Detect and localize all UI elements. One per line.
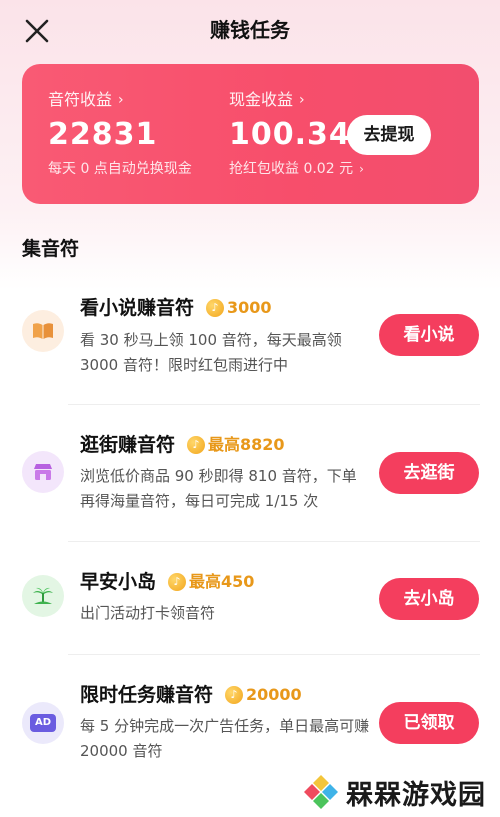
task-reward: 最高450 [189,572,255,591]
chevron-right-icon: › [118,92,124,108]
page-title: 赚钱任务 [210,18,290,42]
task-title: 逛街赚音符 ♪ 最高8820 [80,432,285,458]
book-icon [22,310,64,352]
watermark: 槑槑游戏园 [302,770,498,814]
earn-tasks-page: 赚钱任务 音符收益 › 22831 每天 0 点自动兑换现金 现金收益 › 10… [0,0,500,817]
music-note-coin-icon: ♪ [206,299,225,317]
notes-earnings-label: 音符收益 [48,90,113,109]
watermark-logo-icon [304,775,338,809]
shop-icon [22,451,64,493]
music-note-coin-icon: ♪ [225,686,244,704]
red-packet-earnings-link[interactable]: 抢红包收益 0.02 元 › [229,160,364,178]
ad-icon: AD [22,702,64,744]
notes-earnings: 音符收益 › 22831 每天 0 点自动兑换现金 [48,90,192,178]
claimed-button[interactable]: 已领取 [379,702,479,744]
divider [68,654,480,655]
task-description: 出门活动打卡领音符 [80,604,216,622]
chevron-right-icon: › [359,162,364,176]
island-icon [22,575,64,617]
chevron-right-icon: › [299,92,305,108]
notes-earnings-note: 每天 0 点自动兑换现金 [48,160,192,178]
task-name: 限时任务赚音符 [80,684,214,706]
notes-earnings-link[interactable]: 音符收益 › [48,90,192,110]
red-packet-earnings-label: 抢红包收益 0.02 元 [229,161,354,177]
task-title: 早安小岛 ♪ 最高450 [80,569,254,595]
cash-earnings-label: 现金收益 [229,90,294,109]
task-name: 逛街赚音符 [80,434,176,456]
divider [68,404,480,405]
notes-earnings-value: 22831 [48,117,158,152]
music-note-coin-icon: ♪ [168,573,187,591]
cash-earnings-link[interactable]: 现金收益 › [229,90,364,110]
task-name: 看小说赚音符 [80,297,195,319]
auto-exchange-note: 每天 0 点自动兑换现金 [48,161,192,177]
music-note-coin-icon: ♪ [187,436,206,454]
header: 赚钱任务 [0,0,500,60]
task-reward: 20000 [246,685,302,704]
task-title: 限时任务赚音符 ♪ 20000 [80,682,302,708]
task-name: 早安小岛 [80,571,157,593]
task-reward: 最高8820 [208,435,285,454]
read-novel-button[interactable]: 看小说 [379,314,479,356]
watermark-text: 槑槑游戏园 [346,779,486,811]
go-shopping-button[interactable]: 去逛街 [379,452,479,494]
go-island-button[interactable]: 去小岛 [379,578,479,620]
ad-badge: AD [30,714,56,732]
task-description: 每 5 分钟完成一次广告任务，单日最高可赚 20000 音符 [80,717,370,760]
earnings-card: 音符收益 › 22831 每天 0 点自动兑换现金 现金收益 › 100.34 … [22,64,479,204]
task-title: 看小说赚音符 ♪ 3000 [80,295,272,321]
section-title: 集音符 [22,238,80,260]
withdraw-button[interactable]: 去提现 [347,115,431,155]
task-description: 浏览低价商品 90 秒即得 810 音符，下单再得海量音符，每日可完成 1/15… [80,467,357,510]
task-description: 看 30 秒马上领 100 音符，每天最高领 3000 音符！限时红包雨进行中 [80,331,342,374]
task-reward: 3000 [227,298,272,317]
cash-earnings-value: 100.34 [229,117,351,152]
cash-earnings: 现金收益 › 100.34 抢红包收益 0.02 元 › [229,90,364,178]
divider [68,541,480,542]
